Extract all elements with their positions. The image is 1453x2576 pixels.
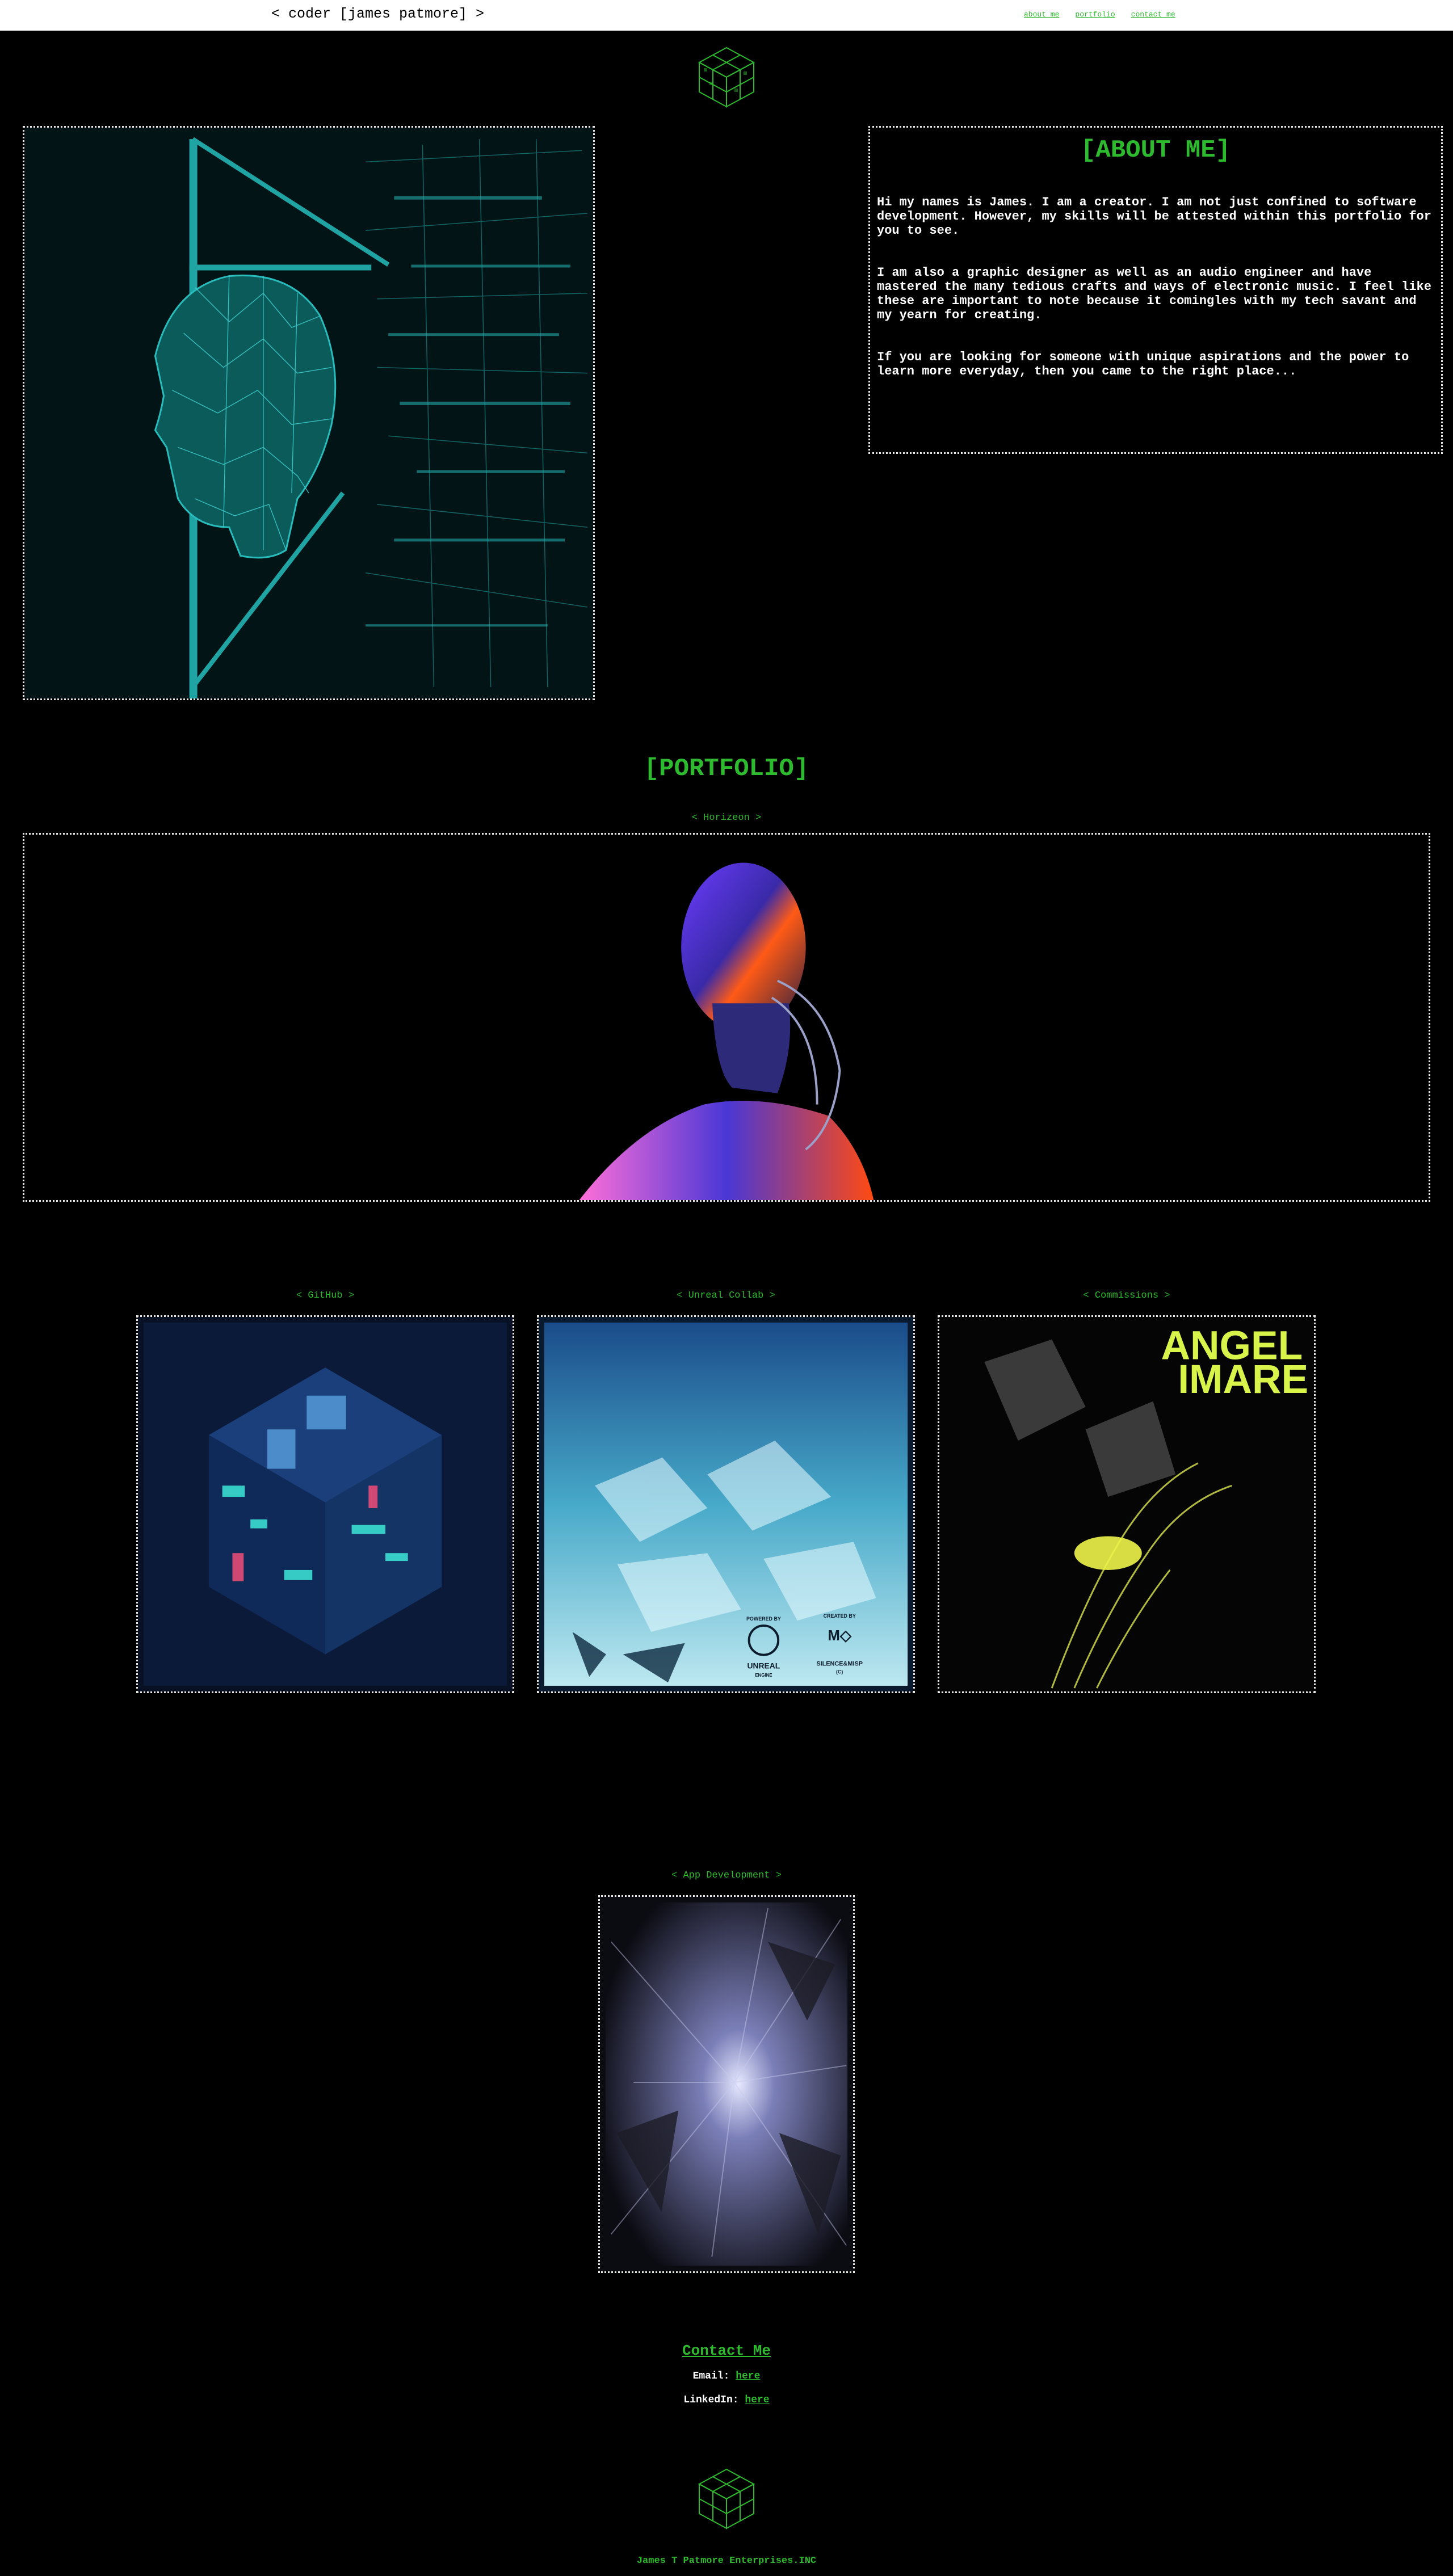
unreal-collab-caption[interactable]: < Unreal Collab > [537, 1290, 915, 1301]
crystal-shards-image: POWERED BY UNREAL ENGINE CREATED BY M◇ S… [539, 1317, 913, 1691]
isometric-city-image [138, 1317, 513, 1691]
commissions-caption[interactable]: < Commissions > [938, 1290, 1316, 1301]
footer-cube-logo-icon [692, 2465, 761, 2533]
github-caption[interactable]: < GitHub > [136, 1290, 514, 1301]
nav-contact-me-link[interactable]: contact me [1131, 10, 1175, 22]
about-paragraph-3: If you are looking for someone with uniq… [877, 350, 1409, 378]
imare-title-text: IMARE [1178, 1357, 1308, 1402]
top-navbar [0, 0, 1453, 31]
about-paragraph-1: Hi my names is James. I am a creator. I … [877, 195, 1431, 238]
main-nav: about me portfolio contact me [1024, 10, 1175, 22]
commissions-project-frame[interactable]: ANGEL IMARE [938, 1315, 1316, 1693]
github-project-frame[interactable] [136, 1315, 514, 1693]
linkedin-link[interactable]: here [745, 2394, 769, 2406]
nav-portfolio-link[interactable]: portfolio [1075, 10, 1115, 22]
linkedin-line: LinkedIn: here [0, 2394, 1453, 2406]
studio-logo-glyph: M◇ [828, 1628, 852, 1644]
unreal-engine-subtext: ENGINE [755, 1673, 772, 1678]
created-by-text: CREATED BY [824, 1613, 856, 1619]
studio-copyright-text: (C) [836, 1669, 843, 1674]
site-brand[interactable]: < coder [james patmore] > [271, 6, 484, 22]
about-paragraph-2: I am also a graphic designer as well as … [877, 266, 1431, 322]
studio-name-text: SILENCE&MISP [816, 1660, 863, 1667]
wireframe-head-image [24, 128, 593, 698]
about-portrait-frame [23, 126, 595, 700]
email-line: Email: here [0, 2371, 1453, 2382]
horizeon-project-frame[interactable] [23, 833, 1430, 1202]
portfolio-heading: [PORTFOLIO] [644, 755, 809, 783]
app-development-project-frame[interactable] [598, 1895, 855, 2273]
cube-logo-icon [692, 43, 761, 111]
about-me-heading: [ABOUT ME] [1080, 136, 1231, 165]
abstract-explosion-image [600, 1897, 853, 2271]
app-development-caption[interactable]: < App Development > [0, 1870, 1453, 1881]
unreal-collab-project-frame[interactable]: POWERED BY UNREAL ENGINE CREATED BY M◇ S… [537, 1315, 915, 1693]
footer-company-text: James T Patmore Enterprises.INC [636, 2556, 817, 2566]
nav-about-me-link[interactable]: about me [1024, 10, 1059, 22]
unreal-engine-text: UNREAL [748, 1661, 780, 1670]
email-label: Email: [692, 2371, 730, 2382]
chrome-android-image [24, 835, 1429, 1200]
angel-imare-cover-image: ANGEL IMARE [939, 1317, 1314, 1691]
horizeon-caption[interactable]: < Horizeon > [0, 813, 1453, 823]
linkedin-label: LinkedIn: [683, 2394, 739, 2406]
email-link[interactable]: here [736, 2371, 760, 2382]
contact-me-heading: Contact Me [682, 2342, 771, 2359]
unreal-powered-by-text: POWERED BY [746, 1616, 781, 1622]
